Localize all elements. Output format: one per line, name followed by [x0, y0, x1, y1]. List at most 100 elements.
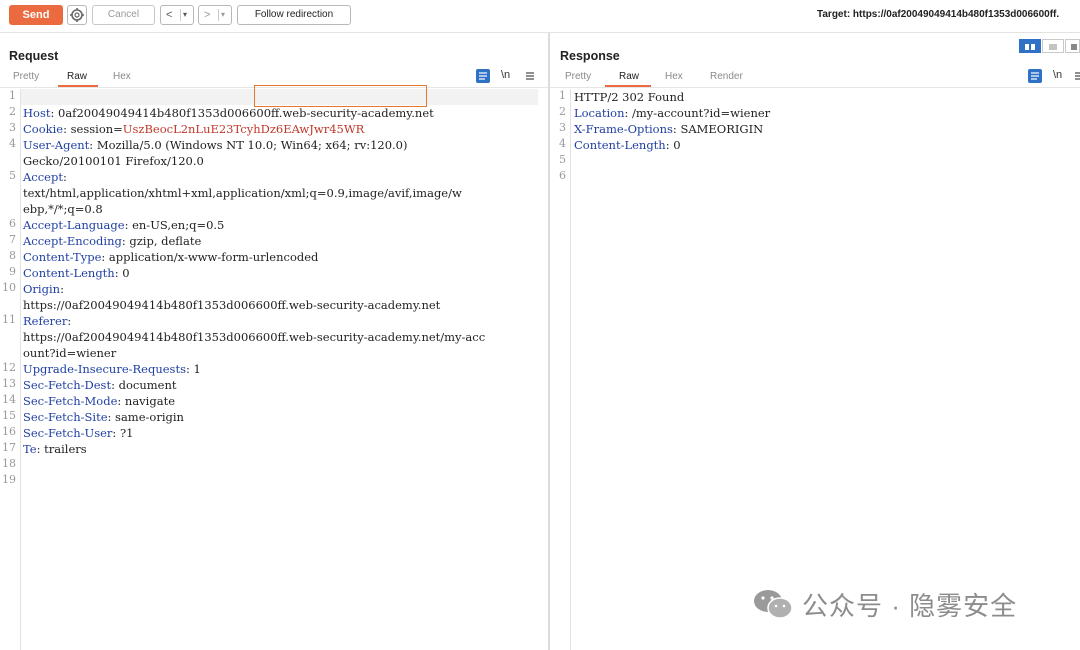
code-line: Referer:	[23, 313, 71, 329]
code-text: ount?id=wiener	[23, 346, 117, 360]
tabbed-layout-icon[interactable]	[1065, 39, 1080, 53]
code-text: https://0af20049049414b480f1353d006600ff…	[23, 298, 441, 312]
header-name: Referer	[23, 314, 68, 328]
message-actions-icon[interactable]	[1028, 69, 1042, 83]
code-line: Sec-Fetch-Mode: navigate	[23, 393, 175, 409]
newline-toggle-icon[interactable]: \n	[1053, 69, 1067, 83]
request-tab-hex[interactable]: Hex	[113, 71, 131, 82]
line-number: 12	[2, 361, 16, 374]
back-dropdown-icon[interactable]: ▾	[183, 6, 187, 24]
watermark-text: 公众号 · 隐雾安全	[802, 591, 1018, 621]
line-number: 5	[9, 169, 16, 182]
line-number: 6	[9, 217, 16, 230]
forward-button[interactable]: > ▾	[198, 5, 232, 25]
code-text: : gzip, deflate	[121, 234, 202, 248]
line-number: 10	[2, 281, 16, 294]
target-url[interactable]: Target: https://0af20049049414b480f1353d…	[817, 9, 1059, 20]
menu-icon[interactable]	[524, 69, 538, 83]
header-name: Sec-Fetch-Dest	[23, 378, 112, 392]
follow-redirection-button[interactable]: Follow redirection	[237, 5, 351, 25]
line-number: 8	[9, 249, 16, 262]
code-line: Content-Type: application/x-www-form-url…	[23, 249, 318, 265]
header-name: Cookie	[23, 122, 64, 136]
layout-toggle[interactable]	[1019, 39, 1080, 53]
code-line: Upgrade-Insecure-Requests: 1	[23, 361, 201, 377]
code-line: ebp,*/*;q=0.8	[23, 201, 103, 217]
code-line: HTTP/2 302 Found	[574, 89, 684, 105]
response-tab-hex[interactable]: Hex	[665, 71, 683, 82]
header-name: Sec-Fetch-User	[23, 426, 113, 440]
response-tab-render[interactable]: Render	[710, 71, 743, 82]
stacked-layout-icon[interactable]	[1042, 39, 1064, 53]
code-text: : Mozilla/5.0 (Windows NT 10.0; Win64; x…	[89, 138, 408, 152]
code-text: : SAMEORIGIN	[672, 122, 764, 136]
line-number: 9	[9, 265, 16, 278]
code-text: : 1	[185, 362, 201, 376]
highlighted-value: UszBeocL2nLuE23TcyhDz6EAwJwr45WR	[122, 122, 365, 136]
header-name: Content-Type	[23, 250, 102, 264]
code-text: : ?1	[112, 426, 134, 440]
header-name: Accept-Language	[23, 218, 125, 232]
code-line: Sec-Fetch-Dest: document	[23, 377, 176, 393]
line-number: 2	[9, 105, 16, 118]
message-actions-icon[interactable]	[476, 69, 490, 83]
line-number: 4	[9, 137, 16, 150]
back-arrow-icon: <	[166, 9, 173, 21]
line-number: 11	[2, 313, 16, 326]
line-number: 5	[559, 153, 566, 166]
request-tab-pretty[interactable]: Pretty	[13, 71, 39, 82]
response-editor[interactable]: 1 HTTP/2 302 Found 2 Location: /my-account?…	[550, 89, 1080, 650]
header-name: Upgrade-Insecure-Requests	[23, 362, 186, 376]
menu-icon[interactable]	[1074, 69, 1080, 83]
code-line: text/html,application/xhtml+xml,applicat…	[23, 185, 462, 201]
code-line: Content-Length: 0	[23, 265, 130, 281]
header-name: Content-Length	[23, 266, 115, 280]
code-line: Accept-Language: en-US,en;q=0.5	[23, 217, 224, 233]
code-text: :	[67, 314, 72, 328]
header-name: Te	[23, 442, 37, 456]
side-by-side-layout-icon[interactable]	[1019, 39, 1041, 53]
forward-dropdown-icon[interactable]: ▾	[221, 6, 225, 24]
code-line: Cookie: session=UszBeocL2nLuE23TcyhDz6EA…	[23, 121, 364, 137]
line-number: 14	[2, 393, 16, 406]
request-editor[interactable]: 1GET /my-account/change-email?email=123%…	[0, 89, 548, 650]
code-text: : /my-account?id=wiener	[624, 106, 771, 120]
code-line: Accept-Encoding: gzip, deflate	[23, 233, 201, 249]
request-panel: Request Pretty Raw Hex \n 1GET /my-accou…	[0, 33, 548, 650]
code-text: : trailers	[36, 442, 87, 456]
line-number: 1	[9, 89, 16, 102]
request-tab-raw[interactable]: Raw	[67, 71, 87, 82]
header-name: Location	[574, 106, 625, 120]
header-name: User-Agent	[23, 138, 90, 152]
code-line: Content-Length: 0	[574, 137, 681, 153]
code-text: ebp,*/*;q=0.8	[23, 202, 103, 216]
cancel-button[interactable]: Cancel	[92, 5, 155, 25]
toolbar: Send Cancel < ▾ > ▾ Follow redirection T…	[0, 0, 1080, 33]
code-text: : 0	[114, 266, 130, 280]
forward-arrow-icon: >	[204, 9, 211, 21]
code-text: :	[60, 282, 64, 296]
newline-toggle-icon[interactable]: \n	[501, 69, 515, 83]
send-button[interactable]: Send	[9, 5, 63, 25]
code-text: : 0af20049049414b480f1353d006600ff.web-s…	[50, 106, 434, 120]
line-number: 13	[2, 377, 16, 390]
header-name: Host	[23, 106, 51, 120]
header-name: Content-Length	[574, 138, 666, 152]
response-tab-raw[interactable]: Raw	[619, 71, 639, 82]
line-number: 16	[2, 425, 16, 438]
response-tab-pretty[interactable]: Pretty	[565, 71, 591, 82]
line-number: 19	[2, 473, 16, 486]
header-name: Accept	[23, 170, 63, 184]
code-text: :	[62, 170, 67, 184]
settings-button[interactable]	[67, 5, 87, 25]
back-button[interactable]: < ▾	[160, 5, 194, 25]
request-title: Request	[9, 49, 59, 63]
code-line: User-Agent: Mozilla/5.0 (Windows NT 10.0…	[23, 137, 407, 153]
code-text: : document	[111, 378, 177, 392]
code-line: ount?id=wiener	[23, 345, 116, 361]
gear-icon	[70, 8, 84, 22]
highlight-box	[254, 85, 427, 107]
code-text: text/html,application/xhtml+xml,applicat…	[23, 186, 462, 200]
line-number: 7	[9, 233, 16, 246]
line-number: 6	[559, 169, 566, 182]
